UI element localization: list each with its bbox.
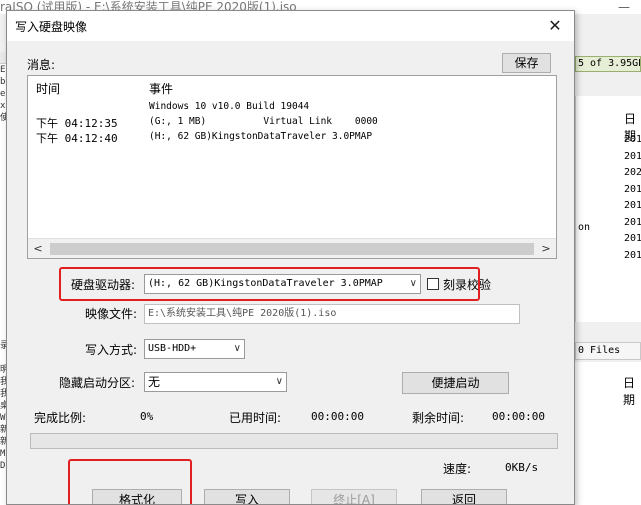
write-method-value: USB-HDD+ <box>148 343 197 354</box>
back-button[interactable]: 返回 <box>421 489 507 504</box>
background-lower-file-list[interactable]: 日期 <box>575 362 641 505</box>
scroll-left-icon[interactable]: < <box>31 241 45 257</box>
message-log[interactable]: 时间 事件 Windows 10 v10.0 Build 19044 下午 04:… <box>27 75 557 259</box>
abort-button[interactable]: 终止[A] <box>311 489 397 504</box>
hidden-partition-select[interactable]: 无 ∨ <box>144 372 287 392</box>
write-disk-image-dialog: 写入硬盘映像 ✕ 消息: 保存 时间 事件 Windows 10 v10.0 B… <box>6 10 575 505</box>
log-row-event: Windows 10 v10.0 Build 19044 <box>149 101 310 112</box>
hidden-partition-value: 无 <box>148 375 161 389</box>
progress-value: 0% <box>140 410 154 423</box>
background-list-fragment: on <box>578 222 591 233</box>
elapsed-label: 已用时间: <box>229 411 282 425</box>
dialog-titlebar[interactable]: 写入硬盘映像 ✕ <box>7 11 574 41</box>
format-highlight-annotation <box>68 459 192 504</box>
close-icon[interactable]: ✕ <box>540 15 570 37</box>
background-date-cell: 202 <box>624 167 641 178</box>
image-file-label: 映像文件: <box>85 307 138 321</box>
background-date-cell: 201 <box>624 183 641 195</box>
image-file-value: E:\系统安装工具\纯PE 2020版(1).iso <box>148 308 337 319</box>
background-files-count: 0 Files <box>578 345 621 356</box>
speed-label: 速度: <box>443 462 472 476</box>
message-label: 消息: <box>27 58 56 72</box>
remaining-value: 00:00:00 <box>492 410 545 423</box>
scrollbar-thumb[interactable] <box>50 243 534 255</box>
remaining-label: 剩余时间: <box>412 411 465 425</box>
background-file-list[interactable]: 日期 201 201 202 201 201 201 201 201 <box>575 96 641 322</box>
log-row-event: (H:, 62 GB)KingstonDataTraveler 3.0PMAP <box>149 131 373 142</box>
background-date-cell: 201 <box>624 233 641 244</box>
background-capacity-meter: 5 of 3.95GB <box>575 56 641 72</box>
log-row-time: 下午 04:12:35 <box>36 117 118 130</box>
background-date-cell: 201 <box>624 216 641 228</box>
hidden-partition-label: 隐藏启动分区: <box>58 376 135 390</box>
quick-boot-button[interactable]: 便捷启动 <box>402 372 509 394</box>
background-date-cell: 201 <box>624 150 641 162</box>
scroll-right-icon[interactable]: > <box>539 241 553 257</box>
background-minimize-icon[interactable]: — <box>618 0 630 14</box>
save-button[interactable]: 保存 <box>502 53 551 73</box>
chevron-down-icon[interactable]: ∨ <box>234 340 241 358</box>
write-method-select[interactable]: USB-HDD+ ∨ <box>144 339 245 359</box>
background-lower-date-column-header[interactable]: 日期 <box>623 374 641 408</box>
background-capacity-text: 5 of 3.95GB <box>578 58 641 69</box>
image-file-field[interactable]: E:\系统安装工具\纯PE 2020版(1).iso <box>144 304 520 324</box>
write-method-label: 写入方式: <box>85 343 138 357</box>
elapsed-value: 00:00:00 <box>311 410 364 423</box>
speed-value: 0KB/s <box>505 461 539 474</box>
log-time-header: 时间 <box>36 82 61 96</box>
log-row-event: (G:, 1 MB) Virtual Link 0000 <box>149 116 378 127</box>
chevron-down-icon[interactable]: ∨ <box>276 373 283 391</box>
log-row-time: 下午 04:12:40 <box>36 132 118 145</box>
background-date-cell: 201 <box>624 249 641 261</box>
write-button[interactable]: 写入 <box>204 489 290 504</box>
background-date-cell: 201 <box>624 200 641 211</box>
dialog-title: 写入硬盘映像 <box>15 20 88 34</box>
background-files-status: 0 Files <box>575 342 641 360</box>
write-progress-bar <box>30 433 558 449</box>
log-event-header: 事件 <box>149 82 174 96</box>
drive-highlight-annotation <box>59 267 480 301</box>
log-horizontal-scrollbar[interactable]: < > <box>28 238 556 258</box>
progress-label: 完成比例: <box>34 411 87 425</box>
background-date-cell: 201 <box>624 134 641 145</box>
